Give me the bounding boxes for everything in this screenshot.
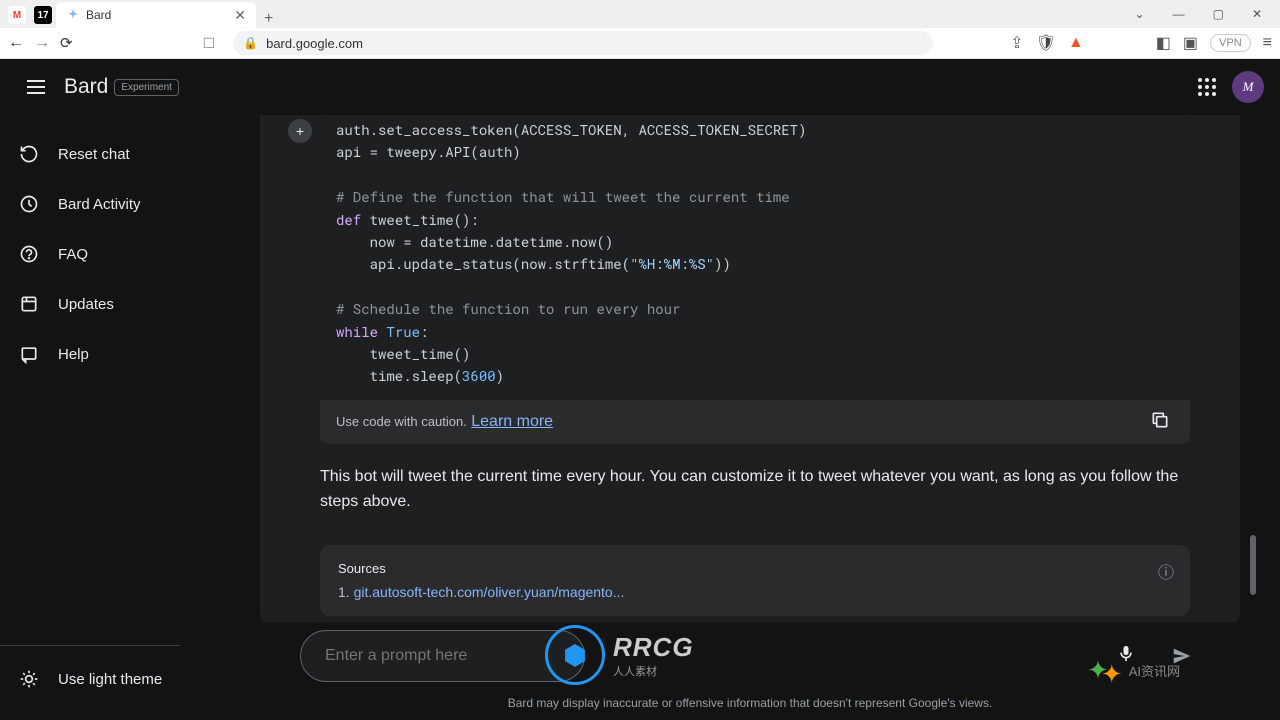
disclaimer: Bard may display inaccurate or offensive… xyxy=(240,690,1260,720)
browser-toolbar: ← → ⟳ ☐ 🔒 bard.google.com ⇪ 🛡 ▲ ◧ ▣ VPN … xyxy=(0,28,1280,59)
send-button[interactable] xyxy=(1164,638,1200,674)
tab-title: Bard xyxy=(86,8,111,22)
learn-more-link[interactable]: Learn more xyxy=(471,413,553,430)
copy-button[interactable] xyxy=(1150,410,1174,434)
header-right: M xyxy=(1198,71,1264,103)
brave-icon[interactable]: ▲ xyxy=(1068,34,1084,52)
apps-grid-icon[interactable] xyxy=(1198,78,1216,96)
help-icon xyxy=(18,343,40,365)
source-item: 1. git.autosoft-tech.com/oliver.yuan/mag… xyxy=(338,584,1172,600)
app-container: Reset chat Bard Activity FAQ Updates Hel… xyxy=(0,59,1280,720)
source-link[interactable]: git.autosoft-tech.com/oliver.yuan/magent… xyxy=(354,584,625,600)
minimize-button[interactable]: — xyxy=(1165,3,1193,25)
bard-tab-icon xyxy=(66,8,80,22)
active-tab[interactable]: Bard ✕ xyxy=(56,2,256,28)
sidebar-divider xyxy=(0,645,180,646)
share-icon[interactable]: ⇪ xyxy=(1010,33,1023,53)
sidebar-item-reset[interactable]: Reset chat xyxy=(0,129,228,179)
conversation: + auth.set_access_token(ACCESS_TOKEN, AC… xyxy=(260,115,1240,622)
vpn-badge[interactable]: VPN xyxy=(1210,34,1251,52)
url-text: bard.google.com xyxy=(266,36,363,51)
lock-icon: 🔒 xyxy=(243,36,258,50)
shield-icon[interactable]: 🛡 xyxy=(1036,33,1056,53)
sidebar-item-help[interactable]: Help xyxy=(0,329,228,379)
sidebar-label: Updates xyxy=(58,296,114,313)
code-content[interactable]: auth.set_access_token(ACCESS_TOKEN, ACCE… xyxy=(320,115,1190,400)
sidebar-item-updates[interactable]: Updates xyxy=(0,279,228,329)
sidebar-label: Reset chat xyxy=(58,146,130,163)
code-block: auth.set_access_token(ACCESS_TOKEN, ACCE… xyxy=(320,115,1190,400)
app-header: Bard Experiment M xyxy=(0,59,1280,115)
bookmark-icon[interactable]: ☐ xyxy=(203,35,216,52)
reset-icon xyxy=(18,143,40,165)
prompt-wrapper xyxy=(300,630,1152,682)
tab-strip: M 17 Bard ✕ + xyxy=(0,0,281,28)
main-content: + auth.set_access_token(ACCESS_TOKEN, AC… xyxy=(240,59,1260,720)
wallet-icon[interactable]: ▣ xyxy=(1183,33,1198,53)
tab-close-button[interactable]: ✕ xyxy=(234,7,246,24)
forward-button[interactable]: → xyxy=(34,34,50,52)
sidebar-item-activity[interactable]: Bard Activity xyxy=(0,179,228,229)
browser-titlebar: M 17 Bard ✕ + ⌄ — ▢ ✕ xyxy=(0,0,1280,28)
chevron-down-icon[interactable]: ⌄ xyxy=(1127,3,1153,25)
hamburger-icon xyxy=(27,80,45,94)
updates-icon xyxy=(18,293,40,315)
sidebar: Reset chat Bard Activity FAQ Updates Hel… xyxy=(0,59,240,720)
prompt-input[interactable] xyxy=(300,630,585,682)
caution-text: Use code with caution. xyxy=(336,414,467,429)
response-text: This bot will tweet the current time eve… xyxy=(260,444,1240,535)
tv-tab-icon[interactable]: 17 xyxy=(34,6,52,24)
add-button[interactable]: + xyxy=(288,119,312,143)
menu-icon[interactable]: ≡ xyxy=(1263,34,1272,52)
toolbar-right: ⇪ 🛡 ▲ ◧ ▣ VPN ≡ xyxy=(1010,33,1272,53)
reload-button[interactable]: ⟳ xyxy=(60,34,73,52)
menu-button[interactable] xyxy=(16,67,56,107)
experiment-badge: Experiment xyxy=(114,79,179,96)
sidebar-item-faq[interactable]: FAQ xyxy=(0,229,228,279)
scrollbar-thumb[interactable] xyxy=(1250,535,1256,595)
sidebar-label: Bard Activity xyxy=(58,196,141,213)
close-window-button[interactable]: ✕ xyxy=(1244,3,1270,25)
sidebar-panel-icon[interactable]: ◧ xyxy=(1156,33,1171,53)
address-bar[interactable]: 🔒 bard.google.com xyxy=(233,31,933,55)
activity-icon xyxy=(18,193,40,215)
sidebar-item-theme[interactable]: Use light theme xyxy=(0,654,228,704)
new-tab-button[interactable]: + xyxy=(256,10,281,28)
avatar[interactable]: M xyxy=(1232,71,1264,103)
scroll-region[interactable]: + auth.set_access_token(ACCESS_TOKEN, AC… xyxy=(240,115,1260,622)
sources-title: Sources xyxy=(338,561,1172,576)
theme-label: Use light theme xyxy=(58,671,162,688)
code-footer: Use code with caution. Learn more xyxy=(320,400,1190,444)
brand-name: Bard xyxy=(64,75,108,99)
back-button[interactable]: ← xyxy=(8,34,24,52)
faq-icon xyxy=(18,243,40,265)
gmail-tab-icon[interactable]: M xyxy=(8,6,26,24)
window-controls: ⌄ — ▢ ✕ xyxy=(1127,3,1280,25)
sources-box: Sources 1. git.autosoft-tech.com/oliver.… xyxy=(320,545,1190,616)
mic-button[interactable] xyxy=(1116,644,1136,669)
sidebar-bottom: Use light theme xyxy=(0,637,240,720)
sidebar-label: FAQ xyxy=(58,246,88,263)
maximize-button[interactable]: ▢ xyxy=(1205,3,1232,25)
info-icon[interactable]: ⓘ xyxy=(1158,559,1174,583)
input-area xyxy=(240,622,1260,690)
sidebar-label: Help xyxy=(58,346,89,363)
theme-icon xyxy=(18,668,40,690)
